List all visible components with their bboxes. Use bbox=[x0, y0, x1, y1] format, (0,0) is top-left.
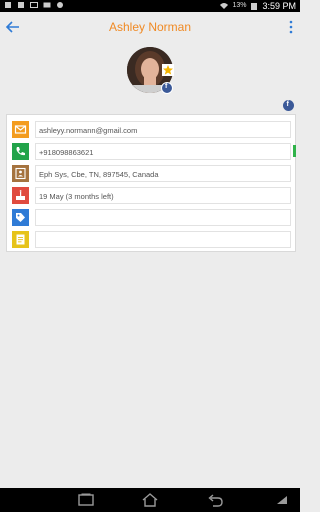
phone-action-indicator[interactable] bbox=[293, 145, 296, 157]
favorite-star-icon[interactable] bbox=[162, 64, 174, 76]
notes-row[interactable] bbox=[7, 228, 295, 250]
recent-apps-icon[interactable] bbox=[77, 493, 95, 507]
tags-field[interactable] bbox=[35, 209, 291, 226]
phone-icon bbox=[12, 143, 29, 160]
email-icon bbox=[12, 121, 29, 138]
mail-icon bbox=[43, 2, 51, 8]
app-bar: Ashley Norman bbox=[0, 12, 300, 42]
wifi-icon bbox=[220, 3, 229, 9]
facebook-glyph: f bbox=[165, 83, 168, 90]
contact-details-card: ashleyy.normann@gmail.com +918098863621 … bbox=[6, 114, 296, 252]
keyboard-toggle-icon[interactable] bbox=[276, 495, 288, 505]
contact-avatar-group: f bbox=[127, 47, 174, 94]
page-title: Ashley Norman bbox=[108, 20, 192, 34]
birthday-field[interactable]: 19 May (3 months left) bbox=[35, 187, 291, 204]
system-navigation-bar bbox=[0, 488, 300, 512]
image-icon bbox=[30, 2, 38, 8]
notification-icon bbox=[57, 2, 63, 8]
notes-field[interactable] bbox=[35, 231, 291, 248]
note-icon bbox=[12, 231, 29, 248]
address-book-icon bbox=[12, 165, 29, 182]
clock: 3:59 PM bbox=[262, 1, 296, 11]
battery-icon bbox=[251, 3, 258, 10]
more-options-icon[interactable] bbox=[288, 20, 294, 34]
back-icon[interactable] bbox=[206, 493, 224, 507]
facebook-icon[interactable]: f bbox=[283, 100, 294, 111]
tag-icon bbox=[12, 209, 29, 226]
status-bar: 13% 3:59 PM bbox=[0, 0, 300, 12]
notification-icon bbox=[18, 2, 24, 8]
facebook-badge-icon: f bbox=[161, 82, 173, 94]
facebook-glyph: f bbox=[286, 101, 289, 108]
birthday-row[interactable]: 19 May (3 months left) bbox=[7, 184, 295, 206]
birthday-cake-icon bbox=[12, 187, 29, 204]
email-field[interactable]: ashleyy.normann@gmail.com bbox=[35, 121, 291, 138]
home-icon[interactable] bbox=[141, 493, 159, 507]
tags-row[interactable] bbox=[7, 206, 295, 228]
notification-icon bbox=[5, 2, 11, 8]
battery-percent: 13% bbox=[232, 2, 247, 9]
phone-row[interactable]: +918098863621 bbox=[7, 140, 296, 162]
address-field[interactable]: Eph Sys, Cbe, TN, 897545, Canada bbox=[35, 165, 291, 182]
phone-field[interactable]: +918098863621 bbox=[35, 143, 291, 160]
address-row[interactable]: Eph Sys, Cbe, TN, 897545, Canada bbox=[7, 162, 295, 184]
email-row[interactable]: ashleyy.normann@gmail.com bbox=[7, 118, 295, 140]
